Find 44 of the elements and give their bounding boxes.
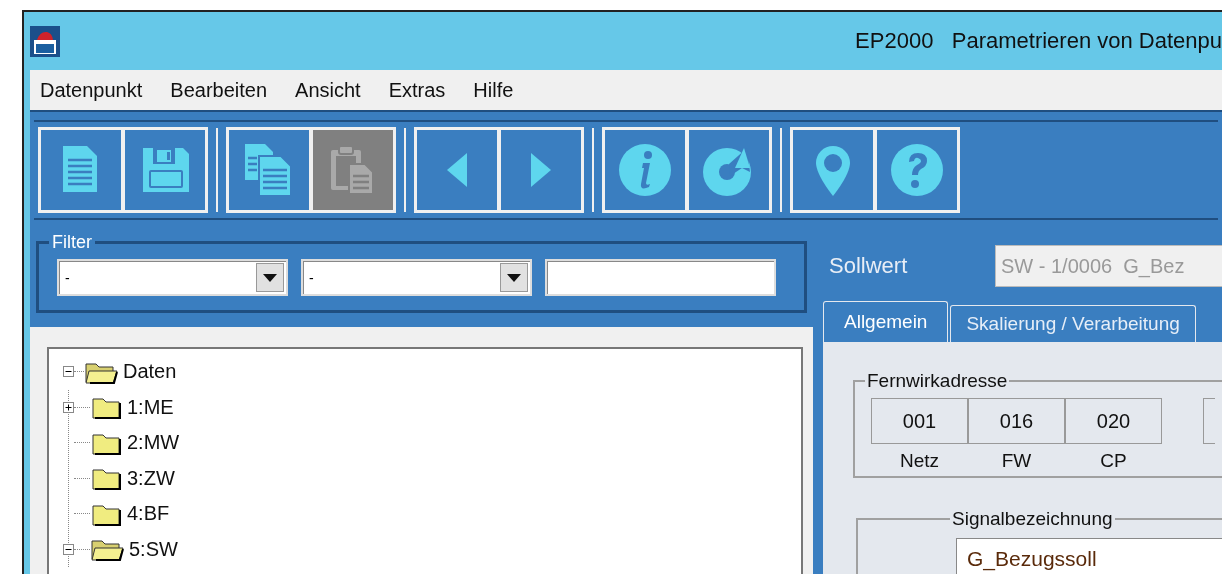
menu-item[interactable]: Ansicht [287,76,369,104]
menu-item[interactable]: Hilfe [465,76,522,104]
window-title: EP2000 Parametrieren von Datenpu [855,28,1222,54]
tree-item[interactable]: 4:BF [127,502,170,526]
toolbar-button[interactable] [417,130,497,210]
menu-item[interactable]: Datenpunkt [32,76,151,104]
datapoint-field: SW - 1/0006 G_Bez [995,245,1222,287]
collapse-toggle[interactable] [63,366,74,378]
field-label: Sollwert [828,253,909,279]
toolbar-button[interactable] [605,130,685,210]
open-folder-icon [90,537,124,562]
dropdown-arrow-icon [507,273,521,282]
folder-icon [90,395,122,420]
tree-item[interactable]: 3:ZW [127,466,175,490]
toolbar-button[interactable] [125,130,205,210]
toolbar-button[interactable] [229,130,309,210]
expand-toggle[interactable] [63,401,74,413]
group-title: Fernwirkadresse [866,370,1009,392]
group-title: Signalbezeichnung [951,508,1114,530]
field-label: Netz [899,450,940,472]
tree-item[interactable]: 1:ME [127,395,174,419]
field-label: CP [1100,450,1127,472]
dropdown-arrow-icon [263,273,277,282]
group-title: Filter [51,232,93,253]
toolbar-button[interactable] [41,130,121,210]
toolbar-button[interactable] [877,130,957,210]
address-field[interactable] [1203,398,1215,444]
folder-icon [90,466,122,491]
right-arrow-icon [531,153,551,187]
dropdown[interactable]: - [57,259,288,296]
tree-item[interactable]: 5:SW [129,537,178,561]
toolbar-button[interactable] [689,130,769,210]
toolbar-button[interactable] [501,130,581,210]
left-arrow-icon [447,153,467,187]
collapse-toggle[interactable] [63,543,74,555]
filter-field[interactable] [545,259,776,296]
tree-item[interactable]: Daten [123,360,177,384]
toolbar-button[interactable] [793,130,873,210]
tree-item[interactable]: 2:MW [127,431,180,455]
menu-item[interactable]: Bearbeiten [162,76,276,104]
field-label: FW [1001,450,1032,472]
dropdown[interactable]: - [301,259,532,296]
menu-item[interactable]: Extras [380,76,454,104]
app-icon [30,25,60,57]
